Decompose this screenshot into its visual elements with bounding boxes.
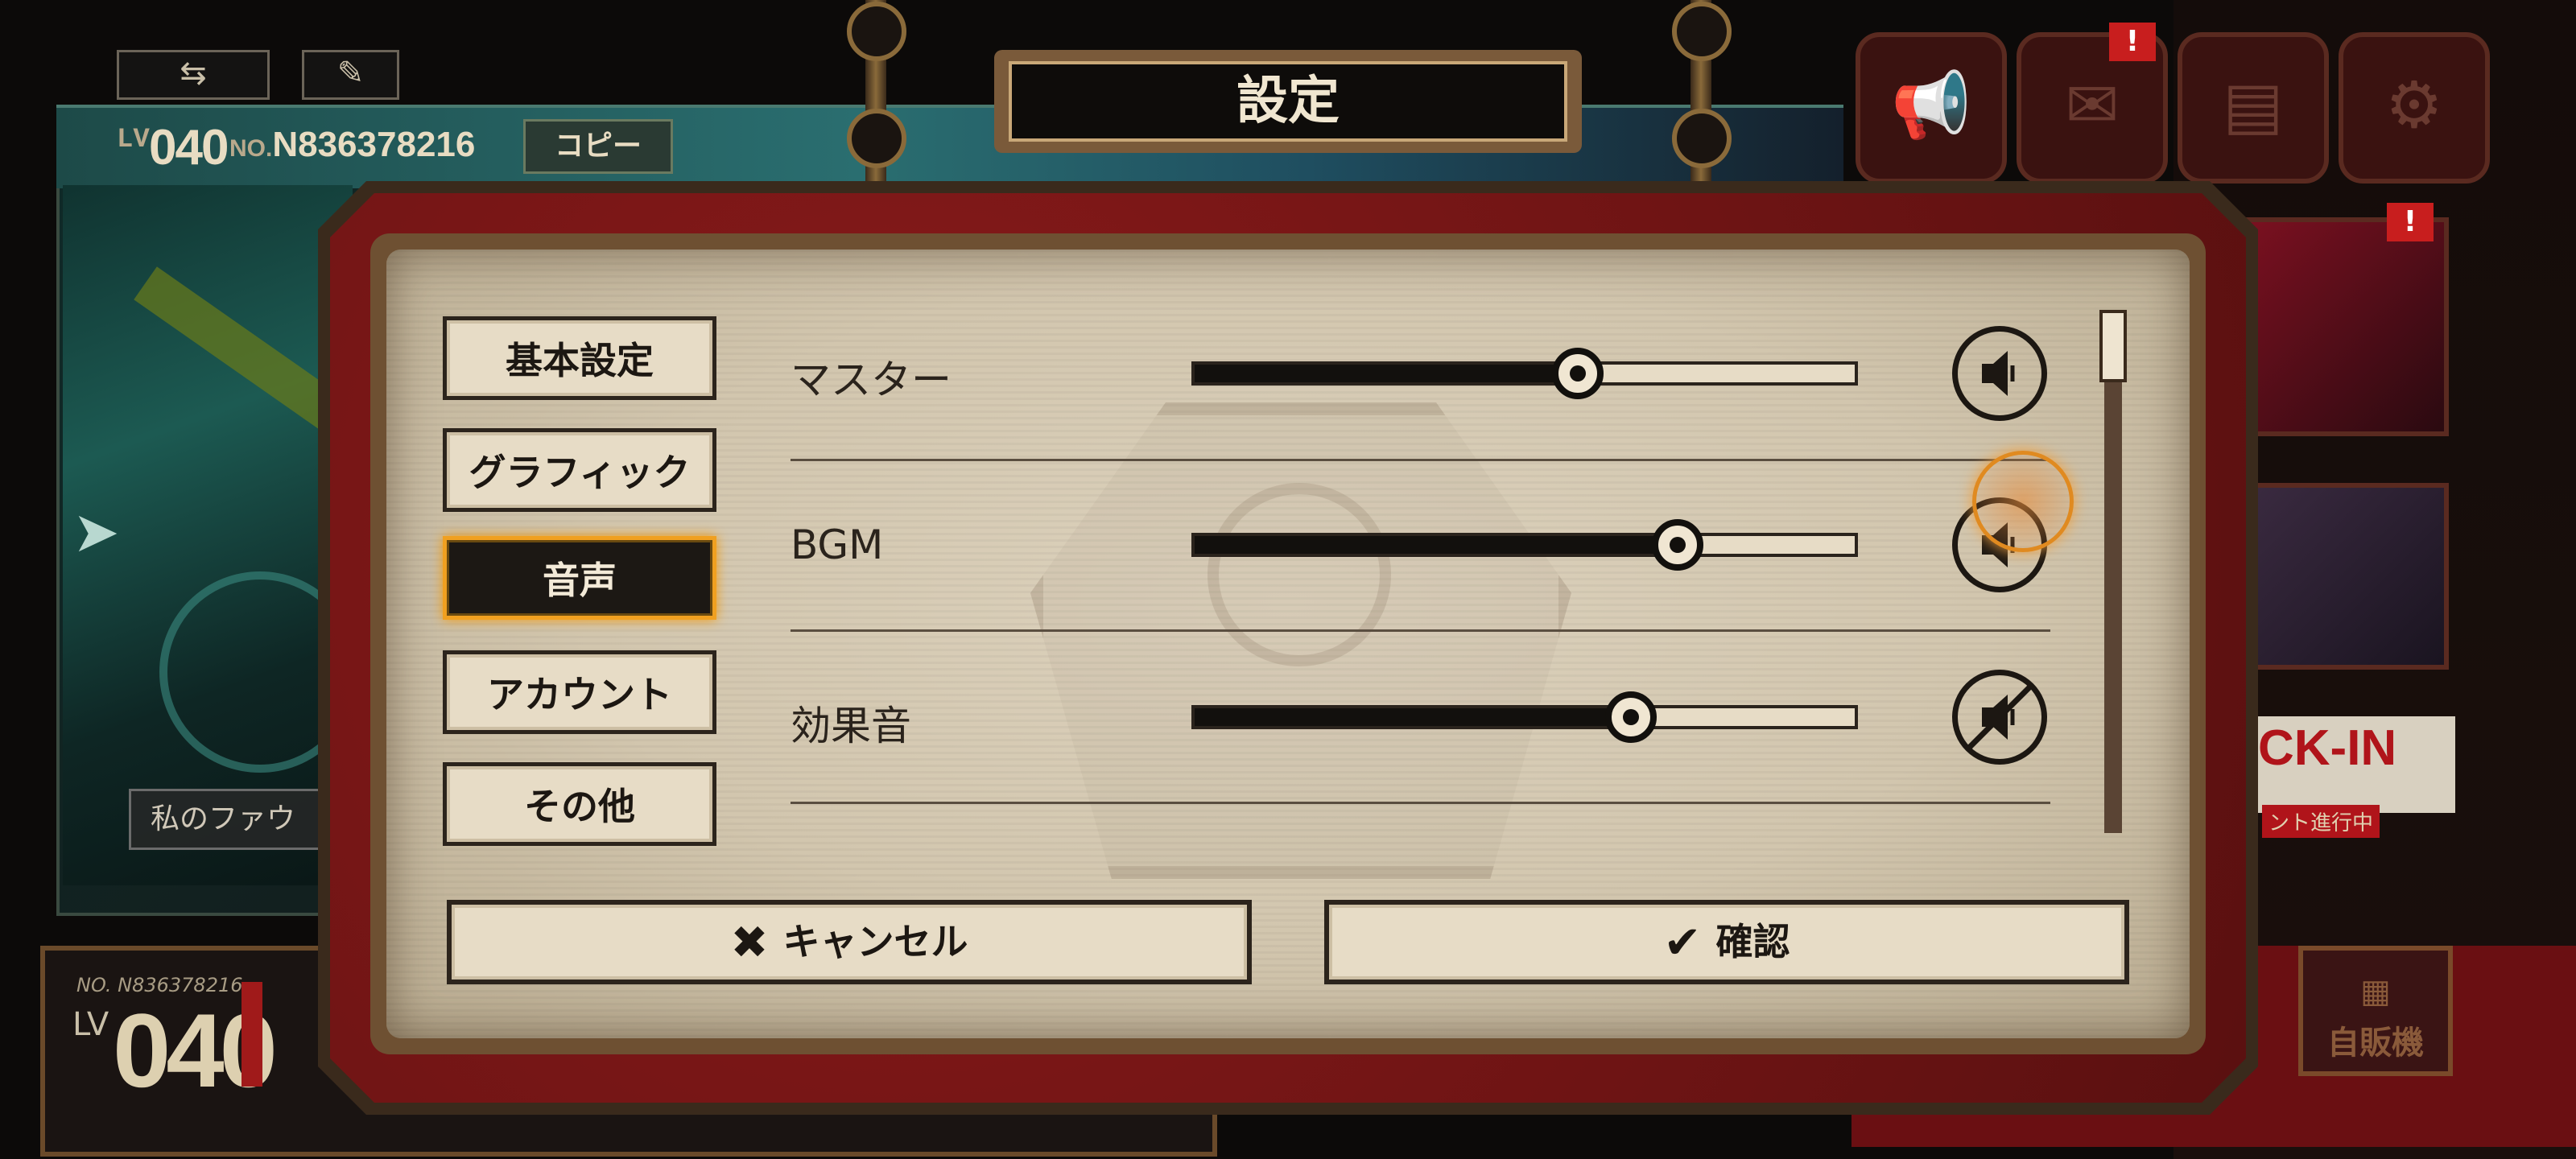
event-banner-maid[interactable] [2246, 483, 2449, 670]
tab-audio[interactable]: 音声 [443, 536, 716, 620]
sfx-volume-thumb[interactable] [1605, 691, 1657, 743]
bgm-volume-label: BGM [791, 522, 884, 568]
watermark-emblem-ring [1208, 483, 1391, 666]
vending-machine-button[interactable]: ▦ 自販機 [2298, 946, 2453, 1076]
mail-alert-badge: ! [2109, 23, 2156, 61]
copy-id-button[interactable]: コピー [523, 119, 673, 174]
row-divider [791, 802, 2050, 804]
master-volume-thumb[interactable] [1552, 348, 1604, 399]
x-icon: ✖ [730, 917, 769, 969]
checkin-banner[interactable]: CK-IN [2250, 716, 2455, 813]
settings-scrollbar[interactable] [2104, 310, 2122, 833]
cancel-button[interactable]: ✖ キャンセル [447, 900, 1252, 984]
pipe-knob [847, 109, 906, 168]
cancel-label: キャンセル [782, 920, 968, 963]
master-volume-label: マスター [791, 357, 952, 403]
master-volume-fill [1195, 365, 1578, 382]
share-icon[interactable]: ➤ [72, 499, 120, 565]
brush-icon[interactable]: ✎ [302, 50, 399, 100]
sfx-speaker-muted-icon[interactable] [1952, 670, 2047, 765]
pipe-knob [1672, 109, 1732, 168]
level-prefix: LV [117, 125, 150, 155]
level-value: 040 [149, 120, 229, 175]
event-alert-badge: ! [2387, 203, 2434, 241]
sfx-volume-slider[interactable] [1191, 705, 1858, 729]
checkin-subtitle: ント進行中 [2262, 805, 2380, 838]
sfx-volume-fill [1195, 708, 1631, 726]
player-id: NO.N836378216 [229, 125, 476, 164]
row-divider [791, 629, 2050, 632]
bottom-red-accent [242, 982, 262, 1087]
vending-machine-label: 自販機 [2327, 1025, 2424, 1062]
bgm-volume-fill [1195, 536, 1677, 554]
confirm-button[interactable]: ✔ 確認 [1324, 900, 2129, 984]
row-divider [791, 459, 2050, 461]
event-banner-character[interactable] [2246, 217, 2449, 436]
pipe-knob [1672, 2, 1732, 61]
gear-icon-button[interactable]: ⚙ [2339, 32, 2490, 184]
tab-graphics[interactable]: グラフィック [443, 428, 716, 512]
tab-account[interactable]: アカウント [443, 650, 716, 734]
bottom-level-prefix: LV [72, 1006, 109, 1043]
megaphone-icon-button[interactable]: 📢 [1856, 32, 2007, 184]
confirm-label: 確認 [1715, 920, 1790, 963]
tap-highlight-indicator [1972, 451, 2074, 552]
master-volume-slider[interactable] [1191, 361, 1858, 386]
settings-scrollbar-thumb[interactable] [2099, 310, 2127, 382]
dialog-title-plate: 設定 [994, 50, 1582, 153]
master-speaker-icon[interactable] [1952, 326, 2047, 421]
sfx-volume-label: 効果音 [791, 703, 911, 749]
tab-basic-settings[interactable]: 基本設定 [443, 316, 716, 400]
archive-icon-button[interactable]: ▤ [2178, 32, 2329, 184]
bgm-volume-slider[interactable] [1191, 533, 1858, 557]
pipe-knob [847, 2, 906, 61]
checkmark-icon: ✔ [1663, 917, 1702, 969]
vending-machine-icon: ▦ [2360, 973, 2391, 1010]
bgm-volume-thumb[interactable] [1652, 519, 1704, 571]
dialog-title: 設定 [1009, 61, 1567, 142]
swap-arrows-icon[interactable]: ⇆ [117, 50, 270, 100]
tab-other[interactable]: その他 [443, 762, 716, 846]
